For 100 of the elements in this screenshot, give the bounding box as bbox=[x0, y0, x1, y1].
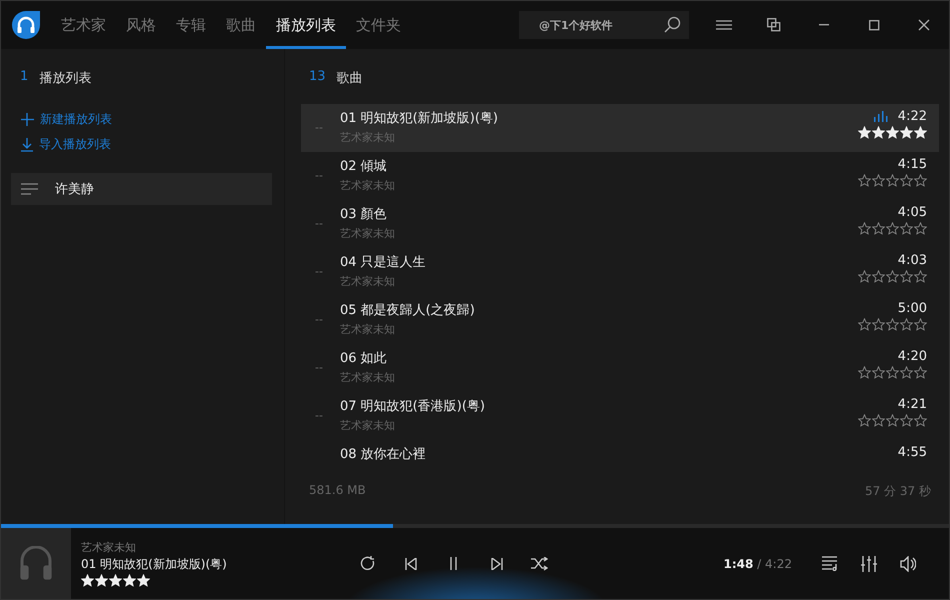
playlist-icon bbox=[21, 183, 38, 195]
total-duration: 57 分 37 秒 bbox=[865, 483, 931, 500]
close-icon bbox=[918, 19, 930, 31]
total-size: 581.6 MB bbox=[309, 483, 366, 499]
new-playlist-link[interactable]: 新建播放列表 bbox=[11, 107, 272, 132]
song-duration: 4:15 bbox=[898, 157, 927, 172]
song-artist: 艺术家未知 bbox=[340, 370, 396, 385]
empty-star-icon bbox=[900, 270, 913, 283]
plus-icon bbox=[21, 113, 34, 126]
star-rating[interactable] bbox=[858, 126, 927, 139]
now-playing-artist: 艺术家未知 bbox=[81, 540, 137, 555]
headphones-logo bbox=[11, 10, 41, 40]
section-title: 播放列表 bbox=[39, 70, 92, 87]
song-row[interactable]: -- 03 顏色 艺术家未知 4:05 bbox=[301, 200, 939, 248]
playlist-count: 1 bbox=[20, 69, 28, 86]
empty-star-icon bbox=[900, 318, 913, 331]
song-row[interactable]: -- 07 明知故犯(香港版)(粤) 艺术家未知 4:21 bbox=[301, 392, 939, 440]
filled-star-icon bbox=[123, 574, 136, 587]
empty-star-icon bbox=[886, 414, 899, 427]
song-title: 07 明知故犯(香港版)(粤) bbox=[340, 398, 486, 415]
menu-icon bbox=[716, 19, 732, 31]
empty-star-icon bbox=[914, 174, 927, 187]
filled-star-icon bbox=[886, 126, 899, 139]
empty-star-icon bbox=[858, 318, 871, 331]
row-marker: -- bbox=[315, 313, 323, 326]
empty-star-icon bbox=[858, 366, 871, 379]
star-rating[interactable] bbox=[858, 270, 927, 283]
empty-star-icon bbox=[914, 270, 927, 283]
empty-star-icon bbox=[872, 270, 885, 283]
elapsed-time: 1:48 bbox=[723, 556, 754, 570]
queue-icon bbox=[822, 556, 838, 571]
song-title: 05 都是夜歸人(之夜歸) bbox=[340, 302, 476, 319]
empty-star-icon bbox=[872, 414, 885, 427]
empty-star-icon bbox=[858, 414, 871, 427]
overlapping-squares-icon bbox=[767, 18, 781, 32]
empty-star-icon bbox=[872, 174, 885, 187]
song-row[interactable]: 08 放你在心裡 4:55 bbox=[301, 440, 939, 466]
shuffle-icon bbox=[531, 556, 548, 570]
volume-icon bbox=[900, 556, 916, 572]
song-duration: 4:20 bbox=[898, 349, 927, 364]
star-rating[interactable] bbox=[858, 318, 927, 331]
empty-star-icon bbox=[914, 366, 927, 379]
equalizer-icon bbox=[860, 556, 876, 572]
song-artist: 艺术家未知 bbox=[340, 226, 396, 241]
total-time: 4:22 bbox=[765, 556, 792, 570]
song-duration: 4:22 bbox=[898, 109, 927, 124]
song-duration: 5:00 bbox=[898, 301, 927, 316]
song-artist: 艺术家未知 bbox=[340, 130, 396, 145]
filled-star-icon bbox=[900, 126, 913, 139]
star-rating[interactable] bbox=[858, 174, 927, 187]
import-playlist-link[interactable]: 导入播放列表 bbox=[11, 132, 272, 157]
song-row[interactable]: -- 02 傾城 艺术家未知 4:15 bbox=[301, 152, 939, 200]
previous-icon bbox=[404, 558, 416, 570]
filled-star-icon bbox=[81, 574, 94, 587]
row-marker: -- bbox=[315, 217, 323, 230]
song-title: 03 顏色 bbox=[340, 206, 388, 223]
search-field[interactable]: @下1个好软件 bbox=[519, 11, 689, 39]
empty-star-icon bbox=[872, 222, 885, 235]
song-artist: 艺术家未知 bbox=[340, 274, 396, 289]
nav-tab[interactable]: 文件夹 bbox=[346, 1, 411, 49]
minimize-icon bbox=[819, 24, 829, 26]
empty-star-icon bbox=[886, 366, 899, 379]
playlist-item[interactable]: 许美静 bbox=[11, 173, 272, 205]
empty-star-icon bbox=[858, 270, 871, 283]
song-row[interactable]: -- 04 只是這人生 艺术家未知 4:03 bbox=[301, 248, 939, 296]
next-icon bbox=[490, 558, 502, 570]
song-row[interactable]: -- 05 都是夜歸人(之夜歸) 艺术家未知 5:00 bbox=[301, 296, 939, 344]
star-rating[interactable] bbox=[858, 222, 927, 235]
empty-star-icon bbox=[914, 318, 927, 331]
row-marker: -- bbox=[315, 361, 323, 374]
empty-star-icon bbox=[900, 414, 913, 427]
filled-star-icon bbox=[914, 126, 927, 139]
star-rating[interactable] bbox=[858, 366, 927, 379]
empty-star-icon bbox=[886, 174, 899, 187]
song-row[interactable]: -- 01 明知故犯(新加坡版)(粤) 艺术家未知 4:22 bbox=[301, 104, 939, 152]
row-marker: -- bbox=[315, 121, 323, 134]
song-title: 04 只是這人生 bbox=[340, 254, 427, 271]
nav-tab[interactable]: 歌曲 bbox=[216, 1, 266, 49]
song-title: 08 放你在心裡 bbox=[340, 446, 427, 463]
empty-star-icon bbox=[914, 222, 927, 235]
filled-star-icon bbox=[95, 574, 108, 587]
song-title: 01 明知故犯(新加坡版)(粤) bbox=[340, 110, 499, 127]
nav-tab[interactable]: 风格 bbox=[116, 1, 166, 49]
repeat-icon bbox=[360, 556, 376, 571]
empty-star-icon bbox=[914, 414, 927, 427]
song-artist: 艺术家未知 bbox=[340, 418, 396, 433]
empty-star-icon bbox=[900, 174, 913, 187]
filled-star-icon bbox=[109, 574, 122, 587]
nav-tab[interactable]: 艺术家 bbox=[51, 1, 116, 49]
empty-star-icon bbox=[886, 318, 899, 331]
star-rating[interactable] bbox=[858, 414, 927, 427]
song-duration: 4:05 bbox=[898, 205, 927, 220]
song-artist: 艺术家未知 bbox=[340, 178, 396, 193]
song-artist: 艺术家未知 bbox=[340, 322, 396, 337]
nav-tab[interactable]: 专辑 bbox=[166, 1, 216, 49]
empty-star-icon bbox=[858, 174, 871, 187]
time-separator: / bbox=[757, 556, 762, 570]
pause-icon bbox=[449, 557, 458, 570]
empty-star-icon bbox=[900, 222, 913, 235]
song-row[interactable]: -- 06 如此 艺术家未知 4:20 bbox=[301, 344, 939, 392]
